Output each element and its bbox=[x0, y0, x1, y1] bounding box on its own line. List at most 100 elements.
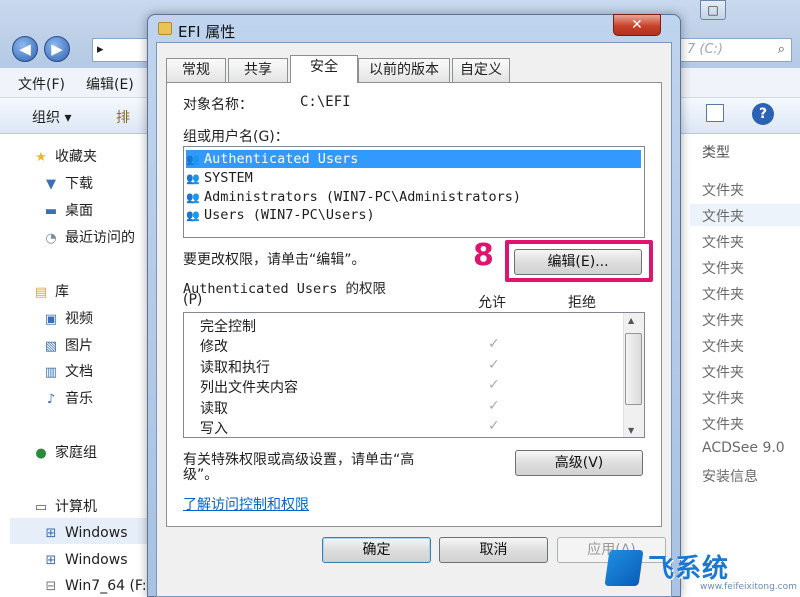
list-item-authenticated-users[interactable]: 👥 Authenticated Users bbox=[186, 150, 641, 168]
scroll-down-icon[interactable]: ▼ bbox=[628, 426, 634, 435]
search-box[interactable]: 7 (C:) ⌕ bbox=[680, 38, 792, 62]
list-item-users[interactable]: 👥 Users (WIN7-PC\Users) bbox=[186, 206, 641, 224]
allow-column-header: 允许 bbox=[478, 295, 506, 311]
permissions-title-accel: (P) bbox=[183, 292, 203, 308]
nav-item-favorites[interactable]: ★ 收藏夹 bbox=[32, 147, 97, 167]
step-highlight-box bbox=[505, 240, 653, 282]
preview-pane-icon[interactable] bbox=[706, 104, 724, 122]
permission-modify: 修改 bbox=[200, 339, 228, 355]
organize-button[interactable]: 组织 ▾ bbox=[32, 107, 71, 127]
allow-check-icon: ✓ bbox=[488, 377, 500, 393]
nav-item-music[interactable]: ♪ 音乐 bbox=[42, 389, 93, 409]
include-library-button[interactable]: 排 bbox=[116, 107, 130, 127]
nav-item-drive-c[interactable]: ⊞ Windows bbox=[42, 523, 128, 543]
change-permissions-hint: 要更改权限，请单击“编辑”。 bbox=[183, 252, 366, 268]
nav-label: 最近访问的 bbox=[65, 230, 135, 246]
permission-full-control: 完全控制 bbox=[200, 319, 256, 335]
ok-button[interactable]: 确定 bbox=[322, 537, 431, 563]
help-icon[interactable]: ? bbox=[752, 103, 774, 125]
download-folder-icon: ▼ bbox=[46, 177, 56, 192]
users-icon: 👥 bbox=[186, 191, 200, 204]
nav-item-desktop[interactable]: ▬ 桌面 bbox=[42, 201, 93, 221]
list-item-system[interactable]: 👥 SYSTEM bbox=[186, 169, 641, 187]
type-cell: 文件夹 bbox=[702, 365, 744, 381]
learn-access-control-link[interactable]: 了解访问控制和权限 bbox=[183, 494, 309, 514]
allow-check-icon: ✓ bbox=[488, 357, 500, 373]
allow-check-icon: ✓ bbox=[488, 398, 500, 414]
nav-label: Windows bbox=[65, 552, 128, 568]
star-icon: ★ bbox=[35, 150, 47, 165]
watermark-brand: 飞系统 bbox=[648, 554, 730, 584]
users-icon: 👥 bbox=[186, 209, 200, 222]
library-icon: ▤ bbox=[34, 285, 48, 300]
scrollbar-thumb[interactable] bbox=[625, 333, 642, 405]
nav-label: 收藏夹 bbox=[55, 149, 97, 165]
pictures-library-icon: ▧ bbox=[44, 339, 58, 354]
nav-label: 家庭组 bbox=[55, 445, 97, 461]
nav-item-computer[interactable]: ▭ 计算机 bbox=[32, 497, 97, 517]
permission-read-execute: 读取和执行 bbox=[200, 360, 270, 376]
permission-list-folder: 列出文件夹内容 bbox=[200, 380, 298, 396]
nav-item-videos[interactable]: ▣ 视频 bbox=[42, 309, 93, 329]
list-item-administrators[interactable]: 👥 Administrators (WIN7-PC\Administrators) bbox=[186, 188, 641, 206]
type-cell: 文件夹 bbox=[702, 183, 744, 199]
menu-file[interactable]: 文件(F) bbox=[18, 74, 65, 94]
desktop-icon: ▬ bbox=[44, 204, 58, 219]
scroll-up-icon[interactable]: ▲ bbox=[628, 316, 634, 325]
maximize-icon[interactable]: □ bbox=[700, 0, 726, 20]
recent-places-icon: ◔ bbox=[45, 231, 57, 246]
tab-security[interactable]: 安全 bbox=[290, 55, 358, 83]
nav-item-homegroup[interactable]: ● 家庭组 bbox=[32, 443, 97, 463]
forward-arrow-icon[interactable]: ▶ bbox=[44, 36, 70, 62]
user-label: Authenticated Users bbox=[204, 151, 359, 167]
address-bar[interactable]: ▸ bbox=[92, 38, 152, 62]
advanced-button[interactable]: 高级(V) bbox=[515, 450, 643, 476]
folder-icon bbox=[158, 22, 172, 35]
dialog-title: EFI 属性 bbox=[178, 23, 236, 41]
menu-edit[interactable]: 编辑(E) bbox=[86, 74, 134, 94]
address-text: ▸ bbox=[97, 42, 104, 57]
type-cell: 文件夹 bbox=[702, 313, 744, 329]
deny-column-header: 拒绝 bbox=[568, 295, 596, 311]
nav-item-drive-d[interactable]: ⊞ Windows bbox=[42, 550, 128, 570]
nav-item-drive-f[interactable]: ⊟ Win7_64 (F: bbox=[42, 576, 147, 596]
nav-item-recent[interactable]: ◔ 最近访问的 bbox=[42, 228, 135, 248]
cancel-button[interactable]: 取消 bbox=[439, 537, 548, 563]
tab-sharing[interactable]: 共享 bbox=[228, 58, 288, 82]
type-column-header[interactable]: 类型 bbox=[702, 142, 730, 162]
allow-check-icon: ✓ bbox=[488, 336, 500, 352]
nav-item-downloads[interactable]: ▼ 下载 bbox=[42, 174, 93, 194]
drive-icon: ⊞ bbox=[45, 526, 57, 541]
permission-read: 读取 bbox=[200, 401, 228, 417]
nav-label: 下载 bbox=[65, 176, 93, 192]
nav-item-documents[interactable]: ▥ 文档 bbox=[42, 362, 93, 382]
watermark-url: www.feifeixitong.com bbox=[700, 582, 797, 592]
computer-icon: ▭ bbox=[34, 500, 48, 515]
nav-label: Windows bbox=[65, 525, 128, 541]
nav-label: 库 bbox=[55, 284, 69, 300]
nav-label: 文档 bbox=[65, 364, 93, 380]
type-cell: 文件夹 bbox=[702, 261, 744, 277]
permission-write: 写入 bbox=[200, 421, 228, 437]
special-permissions-hint-2: 级”。 bbox=[183, 467, 219, 483]
user-label: SYSTEM bbox=[204, 170, 253, 186]
group-users-label: 组或用户名(G)： bbox=[183, 129, 289, 145]
tab-previous-versions[interactable]: 以前的版本 bbox=[358, 58, 450, 82]
drive-icon: ⊞ bbox=[45, 553, 57, 568]
drive-icon: ⊟ bbox=[45, 579, 57, 594]
nav-label: 桌面 bbox=[65, 203, 93, 219]
type-cell: 安装信息 bbox=[702, 469, 758, 485]
type-cell: 文件夹 bbox=[702, 209, 744, 225]
watermark-logo-icon bbox=[604, 550, 644, 586]
nav-label: 音乐 bbox=[65, 391, 93, 407]
tab-general[interactable]: 常规 bbox=[166, 58, 226, 82]
tab-customize[interactable]: 自定义 bbox=[452, 58, 510, 82]
nav-item-libraries[interactable]: ▤ 库 bbox=[32, 282, 69, 302]
nav-label: Win7_64 (F: bbox=[65, 578, 147, 594]
back-arrow-icon[interactable]: ◀ bbox=[12, 36, 38, 62]
type-cell: 文件夹 bbox=[702, 235, 744, 251]
close-icon[interactable]: ✕ bbox=[613, 14, 661, 36]
type-cell: 文件夹 bbox=[702, 339, 744, 355]
nav-item-pictures[interactable]: ▧ 图片 bbox=[42, 336, 93, 356]
type-cell: 文件夹 bbox=[702, 287, 744, 303]
